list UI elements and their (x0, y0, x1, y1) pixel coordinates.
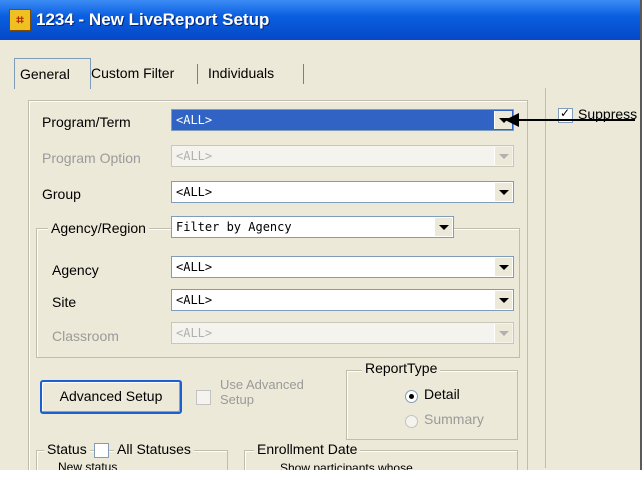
classroom-label: Classroom (52, 328, 119, 344)
advanced-setup-label: Advanced Setup (59, 388, 163, 404)
torn-edge (0, 470, 644, 493)
program-term-value: <ALL> (176, 113, 213, 127)
tab-general-label: General (20, 66, 70, 82)
site-select[interactable]: <ALL> (171, 289, 514, 311)
group-select[interactable]: <ALL> (171, 181, 514, 203)
detail-radio[interactable] (405, 390, 418, 403)
app-icon: ⌗ (9, 9, 31, 31)
tab-divider (303, 64, 304, 84)
right-panel (545, 88, 640, 468)
agency-filter-select[interactable]: Filter by Agency (171, 216, 454, 238)
tab-individuals-label: Individuals (208, 65, 275, 81)
use-advanced-setup-checkbox[interactable] (196, 390, 211, 405)
all-statuses-checkbox[interactable] (94, 443, 109, 458)
summary-label: Summary (424, 411, 484, 427)
program-option-select[interactable]: <ALL> (171, 145, 514, 167)
enrollment-date-text: Show participants whose (280, 461, 413, 470)
agency-label: Agency (52, 262, 99, 278)
agency-region-label: Agency/Region (48, 220, 149, 236)
chevron-down-icon[interactable] (494, 324, 512, 342)
chevron-down-icon[interactable] (434, 218, 452, 236)
window-title: 1234 - New LiveReport Setup (36, 10, 270, 29)
tab-individuals[interactable]: Individuals (203, 60, 279, 87)
classroom-select[interactable]: <ALL> (171, 322, 514, 344)
agency-filter-value: Filter by Agency (176, 220, 292, 234)
callout-arrow-line (515, 119, 635, 121)
program-option-value: <ALL> (176, 149, 213, 163)
summary-radio[interactable] (405, 415, 418, 428)
status-label: Status (44, 441, 90, 457)
classroom-value: <ALL> (176, 326, 213, 340)
check-icon: ✓ (560, 106, 571, 120)
chevron-down-icon[interactable] (494, 258, 512, 276)
group-label: Group (42, 186, 81, 202)
report-type-group (346, 370, 518, 440)
use-advanced-setup-label: Use Advanced Setup (220, 377, 304, 407)
agency-select[interactable]: <ALL> (171, 256, 514, 278)
advanced-setup-button[interactable]: Advanced Setup (40, 380, 182, 414)
program-term-label: Program/Term (42, 114, 131, 130)
chevron-down-icon[interactable] (494, 183, 512, 201)
setup-window: ⌗ 1234 - New LiveReport Setup General Cu… (0, 0, 642, 470)
tab-divider (197, 64, 198, 84)
chevron-down-icon[interactable] (494, 147, 512, 165)
chevron-down-icon[interactable] (494, 291, 512, 309)
program-term-select[interactable]: <ALL> (171, 109, 514, 131)
tab-custom-filter[interactable]: Custom Filter (86, 60, 179, 87)
arrow-left-icon (505, 113, 519, 127)
group-value: <ALL> (176, 185, 213, 199)
site-value: <ALL> (176, 293, 213, 307)
enrollment-date-label: Enrollment Date (254, 441, 361, 457)
program-option-label: Program Option (42, 150, 141, 166)
status-list-item[interactable]: New status (58, 460, 117, 470)
agency-value: <ALL> (176, 260, 213, 274)
tab-custom-filter-label: Custom Filter (91, 65, 175, 81)
detail-label: Detail (424, 386, 460, 402)
site-label: Site (52, 294, 77, 310)
tab-general[interactable]: General (14, 58, 91, 89)
title-bar[interactable]: ⌗ 1234 - New LiveReport Setup (0, 0, 640, 40)
report-type-label: ReportType (362, 360, 441, 376)
all-statuses-label: All Statuses (114, 441, 194, 457)
